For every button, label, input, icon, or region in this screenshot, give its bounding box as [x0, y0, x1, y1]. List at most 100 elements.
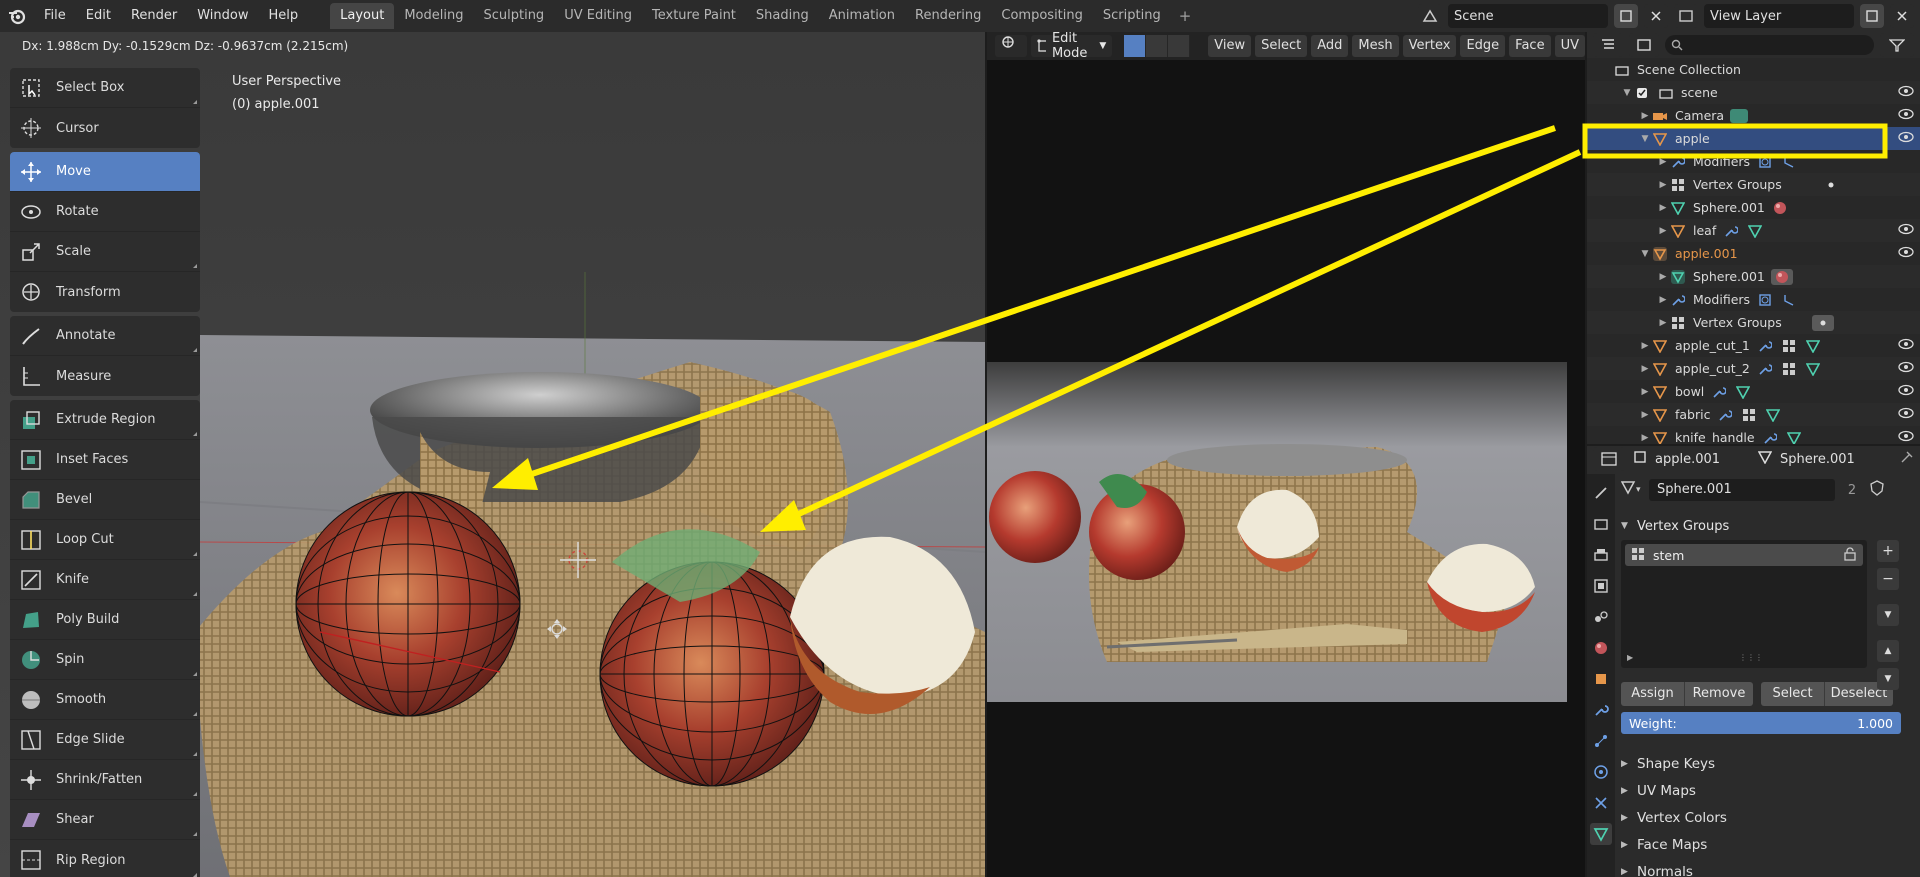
view-layer-icon[interactable] [1674, 4, 1698, 28]
render-viewport[interactable]: Edit Mode ▼ View Select Add Mesh Vertex … [987, 31, 1585, 877]
menu-face[interactable]: Face [1509, 35, 1551, 57]
tab-uv-editing[interactable]: UV Editing [554, 3, 642, 29]
tool-select-box[interactable]: Select Box [10, 68, 200, 108]
expand-arrow-icon[interactable]: ▶ [1639, 387, 1651, 397]
normals-panel[interactable]: ▶ Normals [1621, 858, 1916, 877]
render-tab-icon[interactable] [1590, 513, 1612, 535]
vertex-colors-panel[interactable]: ▶ Vertex Colors [1621, 804, 1916, 831]
assign-button[interactable]: Assign [1621, 682, 1685, 706]
object-tab-icon[interactable] [1590, 668, 1612, 690]
tab-rendering[interactable]: Rendering [905, 3, 991, 29]
particles-tab-icon[interactable] [1590, 730, 1612, 752]
menu-window[interactable]: Window [187, 0, 258, 32]
tool-measure[interactable]: Measure [10, 356, 200, 396]
tool-transform[interactable]: Transform [10, 272, 200, 312]
editor-type-icon[interactable] [995, 35, 1027, 57]
tool-edge-slide[interactable]: Edge Slide [10, 720, 200, 760]
new-view-layer-icon[interactable] [1860, 4, 1884, 28]
outliner-row-leaf[interactable]: ▶ leaf [1587, 219, 1920, 242]
outliner-row-vertex-groups-b[interactable]: ▶ Vertex Groups [1587, 311, 1920, 334]
add-workspace-icon[interactable]: + [1171, 7, 1200, 25]
user-count[interactable]: 2 [1841, 483, 1863, 498]
outliner-row-modifiers-b[interactable]: ▶ Modifiers [1587, 288, 1920, 311]
eye-icon[interactable] [1898, 383, 1914, 400]
outliner-row-modifiers[interactable]: ▶ Modifiers [1587, 150, 1920, 173]
view-layer-tab-icon[interactable] [1590, 575, 1612, 597]
outliner-row-vertex-groups[interactable]: ▶ Vertex Groups [1587, 173, 1920, 196]
eye-icon[interactable] [1898, 406, 1914, 423]
display-mode-icon[interactable] [1629, 33, 1659, 57]
vertex-group-item[interactable]: stem [1625, 544, 1863, 566]
tool-scale[interactable]: Scale [10, 232, 200, 272]
vertex-select-mode[interactable] [1124, 35, 1147, 57]
expand-arrow-icon[interactable]: ▶ [1657, 203, 1669, 213]
filter-icon[interactable] [1880, 33, 1914, 57]
scene-selector-icon[interactable] [1418, 4, 1442, 28]
scene-tab-icon[interactable] [1590, 606, 1612, 628]
world-tab-icon[interactable] [1590, 637, 1612, 659]
new-scene-icon[interactable] [1614, 4, 1638, 28]
menu-file[interactable]: File [34, 0, 76, 32]
vertex-groups-panel-header[interactable]: ▼ Vertex Groups [1621, 512, 1916, 540]
menu-add[interactable]: Add [1311, 35, 1349, 57]
tab-modeling[interactable]: Modeling [394, 3, 473, 29]
eye-icon[interactable] [1898, 222, 1914, 239]
add-vertex-group-button[interactable]: + [1877, 540, 1899, 562]
tab-sculpting[interactable]: Sculpting [473, 3, 554, 29]
outliner-row-fabric[interactable]: ▶ fabric [1587, 403, 1920, 426]
menu-edge[interactable]: Edge [1460, 35, 1506, 57]
checkbox-icon[interactable] [1633, 85, 1651, 101]
remove-vertex-group-button[interactable]: − [1877, 568, 1899, 590]
data-tab-icon[interactable] [1590, 823, 1612, 845]
face-maps-panel[interactable]: ▶ Face Maps [1621, 831, 1916, 858]
eye-icon[interactable] [1898, 84, 1914, 101]
menu-select[interactable]: Select [1255, 35, 1308, 57]
remove-scene-icon[interactable] [1644, 4, 1668, 28]
outliner-editor-type-icon[interactable] [1593, 33, 1623, 57]
tab-animation[interactable]: Animation [819, 3, 905, 29]
tool-annotate[interactable]: Annotate [10, 316, 200, 356]
outliner-row-scene-collection[interactable]: Scene Collection [1587, 58, 1920, 81]
tool-rotate[interactable]: Rotate [10, 192, 200, 232]
list-resize-grip-icon[interactable]: ⋮⋮⋮ [1739, 653, 1763, 662]
menu-view[interactable]: View [1208, 35, 1252, 57]
menu-mesh[interactable]: Mesh [1352, 35, 1399, 57]
mesh-datablock-field[interactable]: Sphere.001 [1649, 479, 1835, 501]
expand-arrow-icon[interactable]: ▶ [1639, 111, 1651, 121]
fake-user-shield-icon[interactable] [1869, 480, 1885, 500]
outliner-row-apple-cut-1[interactable]: ▶ apple_cut_1 [1587, 334, 1920, 357]
expand-arrow-icon[interactable]: ▼ [1639, 134, 1651, 144]
scene-name-field[interactable]: Scene [1448, 4, 1608, 28]
remove-view-layer-icon[interactable] [1890, 4, 1914, 28]
tool-shear[interactable]: Shear [10, 800, 200, 840]
tool-inset-faces[interactable]: Inset Faces [10, 440, 200, 480]
outliner-row-apple[interactable]: ▼ apple [1587, 127, 1920, 150]
outliner-row-scene[interactable]: ▼ scene [1587, 81, 1920, 104]
tool-rip-region[interactable]: Rip Region [10, 840, 200, 877]
eye-icon[interactable] [1898, 337, 1914, 354]
eye-icon[interactable] [1898, 245, 1914, 262]
face-select-mode[interactable] [1168, 35, 1191, 57]
outliner-row-sphere-001[interactable]: ▶ Sphere.001 [1587, 196, 1920, 219]
tool-poly-build[interactable]: Poly Build [10, 600, 200, 640]
eye-icon[interactable] [1898, 360, 1914, 377]
expand-arrow-icon[interactable]: ▶ [1639, 364, 1651, 374]
menu-help[interactable]: Help [259, 0, 309, 32]
expand-arrow-icon[interactable]: ▼ [1621, 88, 1633, 98]
outliner-row-apple-001[interactable]: ▼ apple.001 [1587, 242, 1920, 265]
shape-keys-panel[interactable]: ▶ Shape Keys [1621, 750, 1916, 777]
expand-arrow-icon[interactable]: ▶ [1639, 341, 1651, 351]
expand-arrow-icon[interactable]: ▶ [1657, 318, 1669, 328]
3d-viewport[interactable]: Dx: 1.988cm Dy: -0.1529cm Dz: -0.9637cm … [0, 32, 985, 877]
outliner-row-camera[interactable]: ▶ Camera [1587, 104, 1920, 127]
menu-vertex[interactable]: Vertex [1402, 35, 1457, 57]
constraints-tab-icon[interactable] [1590, 792, 1612, 814]
tab-scripting[interactable]: Scripting [1093, 3, 1171, 29]
tool-extrude-region[interactable]: Extrude Region [10, 400, 200, 440]
tool-loop-cut[interactable]: Loop Cut [10, 520, 200, 560]
move-up-button[interactable]: ▲ [1877, 640, 1899, 662]
expand-arrow-icon[interactable]: ▼ [1639, 249, 1651, 259]
eye-icon[interactable] [1898, 107, 1914, 124]
outliner-row-bowl[interactable]: ▶ bowl [1587, 380, 1920, 403]
eye-icon[interactable] [1898, 130, 1914, 147]
